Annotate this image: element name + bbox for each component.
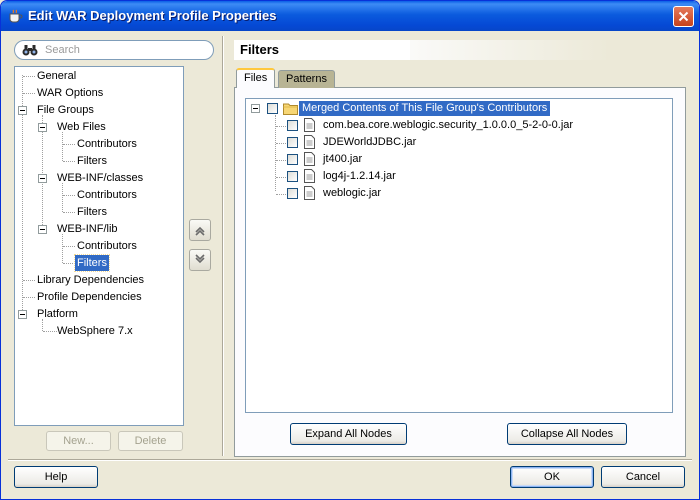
tree-item-webinf-lib-contributors[interactable]: Contributors bbox=[75, 238, 139, 254]
help-button[interactable]: Help bbox=[14, 466, 98, 488]
file-icon bbox=[304, 186, 315, 200]
navigation-tree: General WAR Options File Groups Web File… bbox=[14, 66, 184, 426]
file-checkbox[interactable] bbox=[287, 188, 298, 199]
tree-item-webinf-lib[interactable]: WEB-INF/lib bbox=[55, 221, 120, 237]
file-item[interactable]: com.bea.core.weblogic.security_1.0.0.0_5… bbox=[323, 118, 573, 133]
ok-button-label: OK bbox=[544, 471, 560, 483]
folder-icon bbox=[283, 103, 298, 115]
tree-item-platform[interactable]: Platform bbox=[35, 306, 80, 322]
tab-patterns[interactable]: Patterns bbox=[278, 70, 335, 88]
splitter[interactable] bbox=[222, 36, 224, 456]
new-button-label: New... bbox=[63, 435, 94, 447]
file-icon bbox=[304, 169, 315, 183]
move-down-button[interactable] bbox=[189, 249, 211, 271]
bottom-separator bbox=[8, 459, 692, 461]
expand-all-nodes-button[interactable]: Expand All Nodes bbox=[290, 423, 407, 445]
tree-item-general[interactable]: General bbox=[35, 68, 78, 84]
root-checkbox[interactable] bbox=[267, 103, 278, 114]
tree-item-library-dependencies[interactable]: Library Dependencies bbox=[35, 272, 146, 288]
file-item[interactable]: jt400.jar bbox=[323, 152, 362, 167]
file-icon bbox=[304, 118, 315, 132]
new-button[interactable]: New... bbox=[46, 431, 111, 451]
tree-item-file-groups[interactable]: File Groups bbox=[35, 102, 96, 118]
collapse-all-nodes-label: Collapse All Nodes bbox=[520, 428, 614, 440]
collapse-file-groups-icon[interactable] bbox=[18, 106, 27, 115]
file-checkbox[interactable] bbox=[287, 154, 298, 165]
cancel-button[interactable]: Cancel bbox=[601, 466, 685, 488]
tree-item-webinf-classes[interactable]: WEB-INF/classes bbox=[55, 170, 145, 186]
collapse-platform-icon[interactable] bbox=[18, 310, 27, 319]
file-item[interactable]: JDEWorldJDBC.jar bbox=[323, 135, 416, 150]
close-icon bbox=[678, 11, 689, 22]
collapse-webinf-lib-icon[interactable] bbox=[38, 225, 47, 234]
file-checkbox[interactable] bbox=[287, 120, 298, 131]
tree-item-profile-dependencies[interactable]: Profile Dependencies bbox=[35, 289, 144, 305]
tree-item-war-options[interactable]: WAR Options bbox=[35, 85, 105, 101]
tree-item-web-files-filters[interactable]: Filters bbox=[75, 153, 109, 169]
delete-button[interactable]: Delete bbox=[118, 431, 183, 451]
chevron-down-icon bbox=[195, 254, 205, 264]
cancel-button-label: Cancel bbox=[625, 471, 661, 483]
collapse-web-files-icon[interactable] bbox=[38, 123, 47, 132]
file-icon bbox=[304, 152, 315, 166]
page-title: Filters bbox=[234, 40, 410, 60]
tree-item-web-files-contributors[interactable]: Contributors bbox=[75, 136, 139, 152]
search-input[interactable] bbox=[45, 43, 205, 57]
title-bar[interactable]: Edit WAR Deployment Profile Properties bbox=[1, 1, 699, 31]
tree-item-webinf-lib-filters[interactable]: Filters bbox=[74, 254, 110, 272]
tree-item-web-files[interactable]: Web Files bbox=[55, 119, 108, 135]
ok-button[interactable]: OK bbox=[510, 466, 594, 488]
delete-button-label: Delete bbox=[134, 435, 167, 447]
search-field[interactable] bbox=[14, 40, 214, 60]
file-tree: Merged Contents of This File Group's Con… bbox=[245, 98, 673, 413]
coffee-cup-icon bbox=[9, 9, 23, 23]
tree-item-websphere[interactable]: WebSphere 7.x bbox=[55, 323, 135, 339]
tree-item-webinf-classes-contributors[interactable]: Contributors bbox=[75, 187, 139, 203]
help-button-label: Help bbox=[44, 471, 68, 483]
tab-files[interactable]: Files bbox=[236, 68, 276, 88]
file-checkbox[interactable] bbox=[287, 171, 298, 182]
page-title-fade bbox=[410, 40, 610, 60]
collapse-webinf-classes-icon[interactable] bbox=[38, 174, 47, 183]
file-tree-root-label[interactable]: Merged Contents of This File Group's Con… bbox=[299, 101, 551, 116]
file-item[interactable]: weblogic.jar bbox=[323, 186, 381, 201]
collapse-root-icon[interactable] bbox=[251, 104, 260, 113]
tree-item-webinf-classes-filters[interactable]: Filters bbox=[75, 204, 109, 220]
close-button[interactable] bbox=[673, 6, 694, 27]
binoculars-icon bbox=[22, 45, 38, 56]
file-icon bbox=[304, 135, 315, 149]
collapse-all-nodes-button[interactable]: Collapse All Nodes bbox=[507, 423, 627, 445]
move-up-button[interactable] bbox=[189, 219, 211, 241]
expand-all-nodes-label: Expand All Nodes bbox=[305, 428, 392, 440]
file-item[interactable]: log4j-1.2.14.jar bbox=[323, 169, 396, 184]
window-title: Edit WAR Deployment Profile Properties bbox=[28, 8, 277, 23]
chevron-up-icon bbox=[195, 226, 205, 236]
file-checkbox[interactable] bbox=[287, 137, 298, 148]
